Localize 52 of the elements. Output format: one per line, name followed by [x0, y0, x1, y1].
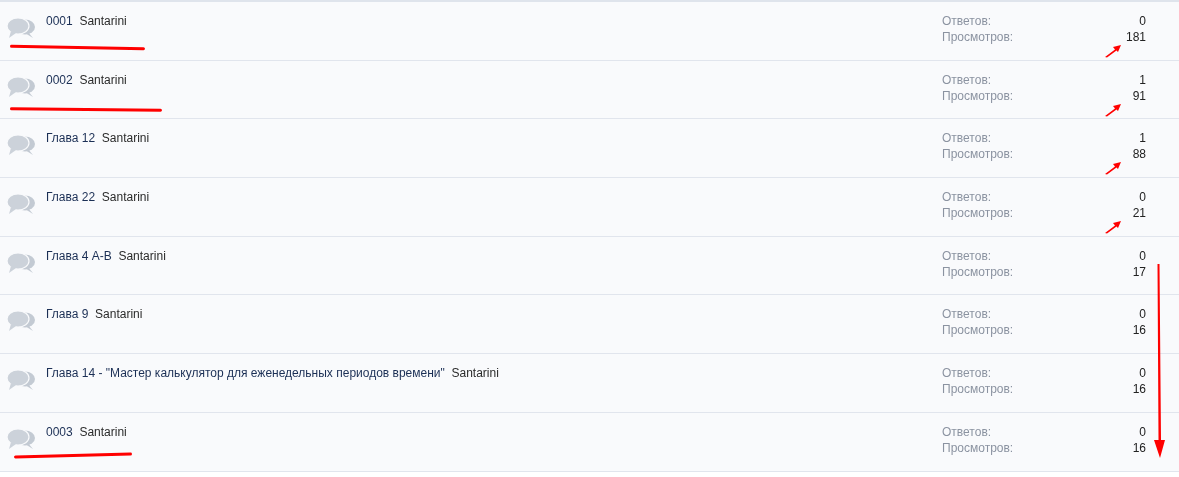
thread-title-link[interactable]: 0003 [46, 424, 73, 439]
thread-title-link[interactable]: Глава 9 [46, 307, 89, 322]
author-name: Santarini [95, 307, 143, 322]
replies-label: Ответов: [942, 365, 992, 382]
views-label: Просмотров: [942, 29, 1014, 45]
replies-count: 0 [1139, 13, 1146, 29]
views-label: Просмотров: [942, 87, 1014, 104]
views-count: 181 [1125, 29, 1146, 45]
views-count: 91 [1132, 87, 1146, 104]
replies-count: 0 [1139, 423, 1146, 440]
views-count: 17 [1132, 263, 1146, 280]
thread-title-link[interactable]: Глава 22 [46, 190, 96, 205]
replies-label: Ответов: [942, 71, 992, 88]
author-name: Santarini [118, 248, 166, 263]
views-label: Просмотров: [942, 205, 1014, 222]
speech-bubbles-icon [6, 17, 36, 41]
author-name: Santarini [101, 190, 150, 205]
replies-count: 0 [1139, 247, 1146, 264]
thread-title-link[interactable]: 0002 [46, 72, 73, 87]
views-label: Просмотров: [942, 439, 1014, 456]
views-label: Просмотров: [942, 146, 1014, 163]
views-count: 16 [1132, 381, 1146, 398]
views-label: Просмотров: [942, 381, 1014, 398]
replies-count: 0 [1139, 306, 1146, 323]
replies-label: Ответов: [942, 130, 992, 147]
thread-title-link[interactable]: Глава 12 [46, 131, 96, 146]
thread-title-link[interactable]: Глава 4 А-В [46, 248, 112, 263]
replies-count: 1 [1139, 71, 1146, 88]
thread-title-link[interactable]: 0001 [46, 14, 73, 28]
views-count: 16 [1132, 439, 1146, 456]
replies-label: Ответов: [942, 247, 992, 264]
views-count: 16 [1132, 322, 1146, 339]
views-count: 21 [1132, 205, 1146, 222]
views-label: Просмотров: [942, 322, 1014, 339]
replies-label: Ответов: [942, 423, 992, 440]
views-label: Просмотров: [942, 263, 1014, 280]
speech-bubbles-icon [6, 251, 36, 276]
speech-bubbles-icon [6, 75, 36, 100]
replies-count: 0 [1139, 189, 1146, 206]
author-name: Santarini [451, 366, 499, 381]
author-name: Santarini [79, 72, 127, 87]
replies-label: Ответов: [942, 189, 992, 206]
replies-count: 1 [1139, 130, 1146, 147]
author-name: Santarini [101, 131, 150, 146]
speech-bubbles-icon [6, 427, 36, 452]
replies-label: Ответов: [942, 13, 992, 29]
replies-label: Ответов: [942, 306, 992, 323]
replies-count: 0 [1139, 365, 1146, 382]
views-count: 88 [1132, 146, 1146, 163]
thread-title-link[interactable]: Глава 14 - "Мастер калькулятор для еженедельных периодов времени" [46, 366, 445, 381]
author-name: Santarini [79, 14, 127, 28]
author-name: Santarini [79, 424, 127, 439]
